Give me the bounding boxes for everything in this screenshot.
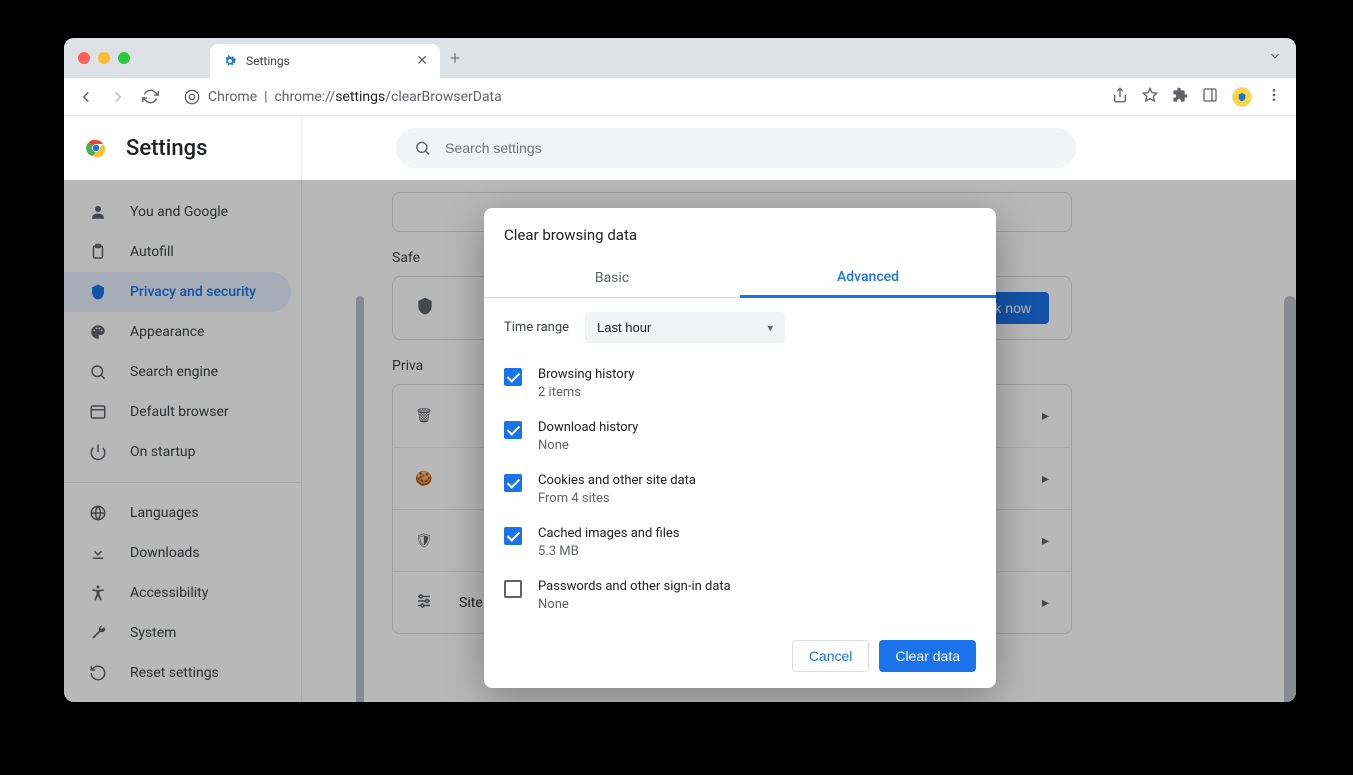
reload-button[interactable] <box>136 83 164 111</box>
window-controls <box>78 52 130 64</box>
checkbox-label: Passwords and other sign-in data <box>538 579 731 594</box>
dialog-title: Clear browsing data <box>484 208 996 258</box>
settings-header: Settings <box>64 116 1296 180</box>
dialog-body: Time range Last hour Browsing history 2 i… <box>484 298 996 626</box>
search-icon <box>414 139 431 157</box>
checkbox-sublabel: From 4 sites <box>538 491 696 506</box>
minimize-window-button[interactable] <box>98 52 110 64</box>
cancel-button[interactable]: Cancel <box>792 640 870 672</box>
browser-window: Settings ✕ + Chrome | chrome://settings/… <box>64 38 1296 702</box>
gear-icon <box>222 53 238 69</box>
dialog-tabs: Basic Advanced <box>484 258 996 298</box>
time-range-select[interactable]: Last hour <box>585 312 785 343</box>
sidepanel-icon[interactable] <box>1202 87 1218 107</box>
checkbox-item[interactable]: Download history None <box>504 414 976 467</box>
checkbox-label: Browsing history <box>538 367 634 382</box>
checkbox[interactable] <box>504 474 522 492</box>
tabs-menu-icon[interactable] <box>1268 49 1282 67</box>
toolbar: Chrome | chrome://settings/clearBrowserD… <box>64 78 1296 116</box>
back-button[interactable] <box>72 83 100 111</box>
menu-icon[interactable] <box>1266 87 1282 107</box>
maximize-window-button[interactable] <box>118 52 130 64</box>
search-settings[interactable] <box>396 128 1076 168</box>
new-tab-button[interactable]: + <box>450 48 460 69</box>
checkbox-item[interactable]: Browsing history 2 items <box>504 361 976 414</box>
close-tab-button[interactable]: ✕ <box>416 53 428 69</box>
checkbox[interactable] <box>504 368 522 386</box>
checkbox-item[interactable]: Cookies and other site data From 4 sites <box>504 467 976 520</box>
page-title: Settings <box>126 136 207 161</box>
checkbox-item[interactable]: Passwords and other sign-in data None <box>504 573 976 626</box>
toolbar-actions <box>1112 87 1282 107</box>
checkbox[interactable] <box>504 527 522 545</box>
tab-advanced[interactable]: Advanced <box>740 258 996 298</box>
bookmark-icon[interactable] <box>1142 87 1158 107</box>
search-input[interactable] <box>445 140 1058 156</box>
omnibox-text: Chrome | chrome://settings/clearBrowserD… <box>208 89 502 105</box>
tab-basic[interactable]: Basic <box>484 258 740 297</box>
browser-tab[interactable]: Settings ✕ <box>210 44 440 78</box>
checkbox-sublabel: 5.3 MB <box>538 544 679 559</box>
checkbox[interactable] <box>504 421 522 439</box>
checkbox-label: Download history <box>538 420 638 435</box>
checkbox[interactable] <box>504 580 522 598</box>
checkbox-sublabel: 2 items <box>538 385 634 400</box>
tab-title: Settings <box>246 54 408 68</box>
clear-data-dialog: Clear browsing data Basic Advanced Time … <box>484 208 996 688</box>
share-icon[interactable] <box>1112 87 1128 107</box>
close-window-button[interactable] <box>78 52 90 64</box>
chrome-logo-icon <box>84 136 108 160</box>
tab-bar: Settings ✕ + <box>64 38 1296 78</box>
checkbox-label: Cookies and other site data <box>538 473 696 488</box>
checkbox-sublabel: None <box>538 438 638 453</box>
forward-button[interactable] <box>104 83 132 111</box>
address-bar[interactable]: Chrome | chrome://settings/clearBrowserD… <box>174 89 1102 105</box>
extensions-icon[interactable] <box>1172 87 1188 107</box>
checkbox-label: Cached images and files <box>538 526 679 541</box>
dialog-footer: Cancel Clear data <box>484 626 996 688</box>
profile-avatar[interactable] <box>1232 87 1252 107</box>
checkbox-item[interactable]: Cached images and files 5.3 MB <box>504 520 976 573</box>
time-range-label: Time range <box>504 320 569 335</box>
checkbox-sublabel: None <box>538 597 731 612</box>
clear-data-button[interactable]: Clear data <box>879 640 976 672</box>
chrome-icon <box>184 89 200 105</box>
time-range-row: Time range Last hour <box>504 312 976 343</box>
